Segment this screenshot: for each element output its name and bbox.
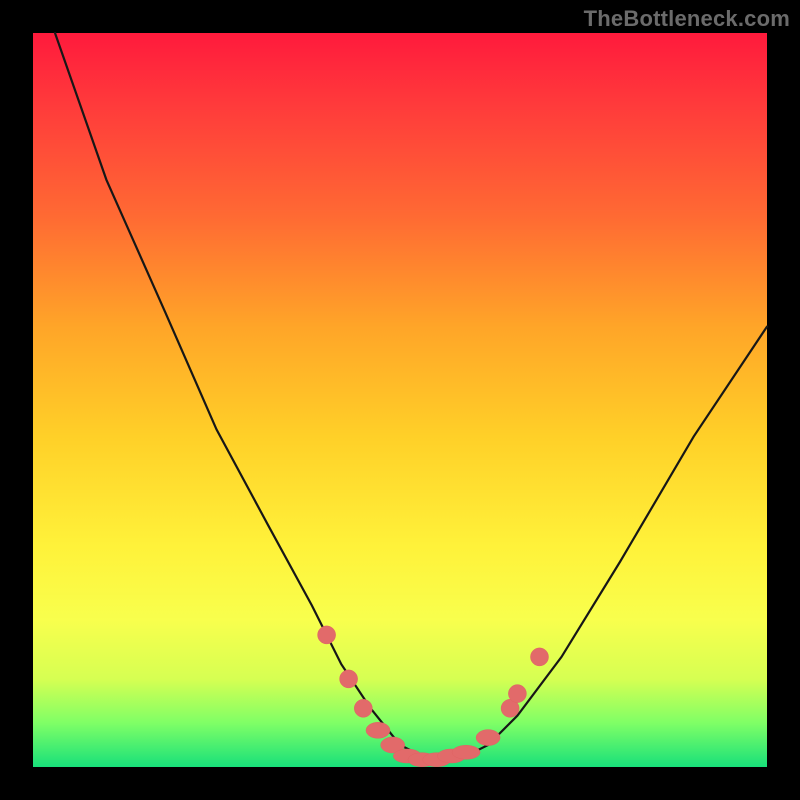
chart-frame: TheBottleneck.com: [0, 0, 800, 800]
curve-marker: [354, 699, 372, 717]
curve-marker: [508, 685, 526, 703]
curve-marker: [476, 730, 500, 746]
curve-marker: [340, 670, 358, 688]
bottleneck-curve: [55, 33, 767, 760]
curve-marker: [531, 648, 549, 666]
watermark-text: TheBottleneck.com: [584, 6, 790, 32]
chart-svg: [33, 33, 767, 767]
curve-marker: [452, 745, 480, 759]
plot-area: [33, 33, 767, 767]
marker-group: [318, 626, 549, 767]
curve-marker: [318, 626, 336, 644]
curve-marker: [366, 722, 390, 738]
